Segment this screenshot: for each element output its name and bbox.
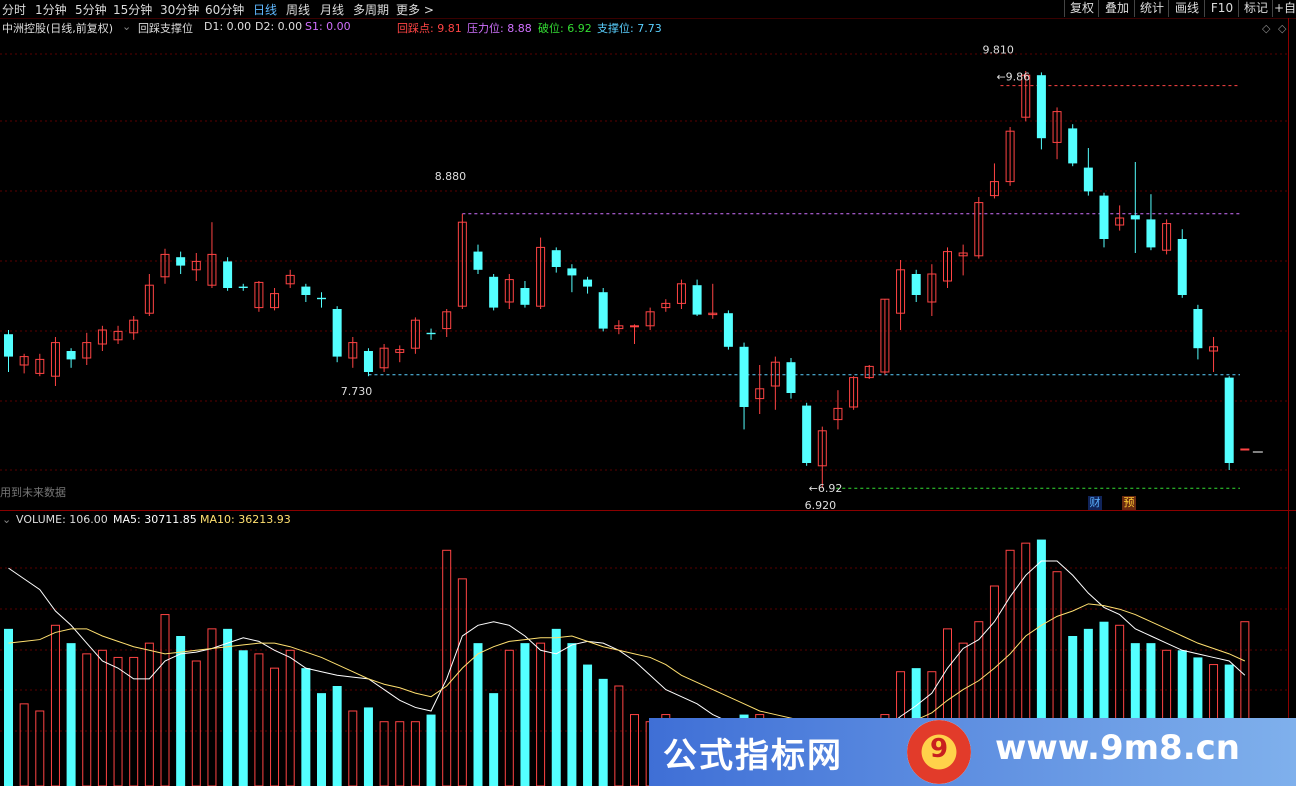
candle-body bbox=[1130, 215, 1140, 220]
candle-body bbox=[1099, 195, 1109, 239]
candle-body bbox=[911, 274, 921, 295]
volume-collapse-icon[interactable]: ⌄ bbox=[2, 513, 11, 526]
candle-body bbox=[583, 279, 593, 287]
volume-bar bbox=[473, 643, 483, 786]
future-data-note: 用到未来数据 bbox=[0, 486, 66, 499]
volume-bar bbox=[160, 614, 170, 786]
volume-bar bbox=[144, 642, 154, 786]
volume-bar bbox=[489, 693, 499, 786]
volume-bar bbox=[285, 649, 295, 786]
volume-bar bbox=[426, 714, 436, 786]
candle-body bbox=[363, 351, 373, 372]
volume-bar bbox=[348, 710, 358, 786]
volume-bar bbox=[536, 642, 546, 786]
volume-bar bbox=[4, 628, 13, 786]
volume-bar bbox=[520, 643, 530, 786]
price-annotation: 6.920 bbox=[805, 499, 837, 512]
ma5-line bbox=[8, 560, 1246, 733]
volume-bar bbox=[238, 650, 248, 786]
volume-bar bbox=[583, 664, 593, 786]
candle-body bbox=[1193, 309, 1203, 349]
candle-body bbox=[1240, 448, 1250, 451]
candle-body bbox=[66, 351, 76, 360]
volume-bar bbox=[567, 643, 577, 786]
volume-bar bbox=[301, 668, 311, 786]
candle-body bbox=[1224, 377, 1234, 463]
candle-body bbox=[317, 297, 326, 300]
candle-body bbox=[426, 332, 436, 335]
volume-bar bbox=[50, 624, 60, 786]
volume-bar bbox=[35, 710, 45, 786]
candle-body bbox=[520, 288, 530, 305]
candle-body bbox=[1068, 128, 1078, 164]
volume-bar bbox=[223, 628, 233, 786]
price-annotation: 7.730 bbox=[341, 385, 373, 398]
candle-body bbox=[473, 251, 483, 270]
ma10-value: MA10: 36213.93 bbox=[200, 513, 291, 526]
volume-bar bbox=[504, 649, 514, 786]
finance-badge[interactable]: 财 bbox=[1088, 496, 1102, 510]
watermark-logo: 9 bbox=[907, 720, 971, 784]
forecast-badge[interactable]: 预 bbox=[1122, 496, 1136, 510]
volume-bar bbox=[363, 707, 373, 786]
volume-bar bbox=[66, 643, 76, 786]
candle-body bbox=[1083, 167, 1093, 192]
volume-bar bbox=[614, 685, 624, 786]
watermark-left-text: 公式指标网 bbox=[663, 736, 843, 776]
volume-bar bbox=[457, 578, 467, 786]
volume-bar bbox=[254, 653, 264, 786]
candle-body bbox=[332, 309, 342, 357]
volume-bar bbox=[176, 636, 186, 786]
candle-body bbox=[176, 257, 186, 266]
price-annotation: 8.880 bbox=[435, 170, 467, 183]
volume-bar bbox=[97, 649, 107, 786]
candle-body bbox=[630, 325, 639, 328]
ma10-line bbox=[8, 603, 1246, 730]
watermark-logo-glyph: 9 bbox=[929, 734, 949, 764]
candle-body bbox=[1036, 75, 1046, 139]
candle-body bbox=[4, 334, 13, 357]
ma5-value: MA5: 30711.85 bbox=[113, 513, 197, 526]
volume-bar bbox=[317, 693, 326, 786]
candle-body bbox=[723, 313, 733, 347]
candle-body bbox=[223, 261, 233, 288]
volume-bar bbox=[598, 678, 608, 786]
price-annotation: ←9.86 bbox=[996, 71, 1030, 84]
candle-body bbox=[1146, 219, 1156, 248]
candle-body bbox=[1177, 239, 1187, 295]
volume-bar bbox=[191, 660, 201, 786]
candle-body bbox=[489, 276, 499, 308]
volume-bar bbox=[332, 686, 342, 786]
volume-value: VOLUME: 106.00 bbox=[16, 513, 108, 526]
price-annotation: 9.810 bbox=[982, 44, 1014, 57]
volume-bar bbox=[19, 703, 29, 786]
candle-body bbox=[692, 285, 702, 315]
volume-bar bbox=[82, 653, 92, 786]
candle-body bbox=[802, 405, 812, 463]
candle-body bbox=[567, 268, 577, 276]
candle-body bbox=[238, 286, 248, 288]
watermark-right-text: www.9m8.cn bbox=[995, 728, 1240, 768]
candle-body bbox=[786, 362, 796, 393]
price-volume-chart[interactable]: 9.810 8.880 7.730 ←9.86 ←6.92 6.920 bbox=[0, 0, 1296, 786]
watermark-banner: 公式指标网 9 www.9m8.cn bbox=[649, 718, 1296, 786]
candle-body bbox=[301, 286, 311, 295]
candle-body bbox=[551, 250, 561, 267]
volume-bar bbox=[442, 549, 452, 786]
price-annotation: ←6.92 bbox=[809, 482, 843, 495]
volume-bar bbox=[630, 714, 639, 786]
candle-body bbox=[739, 346, 749, 407]
volume-bar bbox=[270, 667, 280, 786]
volume-bar bbox=[207, 628, 217, 786]
volume-info-bar: ⌄ VOLUME: 106.00 MA5: 30711.85 MA10: 362… bbox=[0, 513, 1296, 529]
volume-bar bbox=[113, 656, 123, 786]
candle-body bbox=[598, 292, 608, 329]
